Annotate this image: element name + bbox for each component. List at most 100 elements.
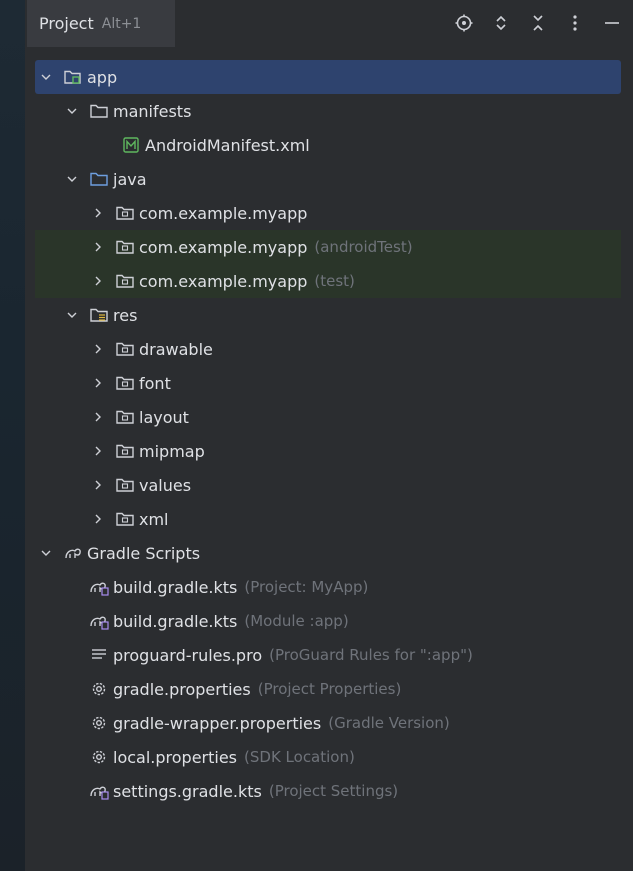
package-icon: [115, 271, 135, 291]
tree-item-mipmap[interactable]: mipmap: [35, 434, 621, 468]
tree-item-label: build.gradle.kts: [113, 611, 238, 631]
gradle-kts-file-icon: [89, 611, 109, 631]
tree-item-label: local.properties: [113, 747, 238, 767]
chevron-down-icon[interactable]: [39, 70, 53, 84]
tree-item-package-test[interactable]: com.example.myapp (test): [35, 264, 621, 298]
tree-item-label: proguard-rules.pro: [113, 645, 263, 665]
locate-icon[interactable]: [451, 10, 477, 36]
package-icon: [115, 509, 135, 529]
tree-item-hint: (Project: MyApp): [244, 578, 369, 596]
resource-folder-icon: [89, 305, 109, 325]
tree-item-label: settings.gradle.kts: [113, 781, 262, 801]
tree-item-app[interactable]: app: [35, 60, 621, 94]
tab-shortcut: Alt+1: [101, 15, 142, 32]
tree-item-res[interactable]: res: [35, 298, 621, 332]
tree-item-label: gradle-wrapper.properties: [113, 713, 322, 733]
tree-item-label: com.example.myapp: [139, 237, 308, 257]
package-icon: [115, 373, 135, 393]
tree-item-label: com.example.myapp: [139, 203, 308, 223]
tree-item-label: com.example.myapp: [139, 271, 308, 291]
tree-item-gradle-wrapper-properties[interactable]: gradle-wrapper.properties (Gradle Versio…: [35, 706, 621, 740]
tree-item-hint: (ProGuard Rules for ":app"): [269, 646, 473, 664]
tree-item-label: Gradle Scripts: [87, 543, 201, 563]
module-folder-icon: [63, 67, 83, 87]
tree-item-label: res: [113, 305, 138, 325]
tree-item-android-manifest[interactable]: AndroidManifest.xml: [35, 128, 621, 162]
package-icon: [115, 339, 135, 359]
gear-icon: [89, 747, 109, 767]
tree-item-build-gradle-project[interactable]: build.gradle.kts (Project: MyApp): [35, 570, 621, 604]
chevron-down-icon[interactable]: [65, 172, 79, 186]
tree-item-label: xml: [139, 509, 169, 529]
minimize-icon[interactable]: [599, 10, 625, 36]
tab-label: Project: [39, 14, 94, 33]
tree-item-label: layout: [139, 407, 189, 427]
tree-item-java[interactable]: java: [35, 162, 621, 196]
tree-item-drawable[interactable]: drawable: [35, 332, 621, 366]
chevron-down-icon[interactable]: [65, 308, 79, 322]
tree-item-label: mipmap: [139, 441, 205, 461]
tree-item-hint: (Project Properties): [257, 680, 402, 698]
tree-item-xml[interactable]: xml: [35, 502, 621, 536]
chevron-down-icon[interactable]: [65, 104, 79, 118]
tree-item-layout[interactable]: layout: [35, 400, 621, 434]
tree-item-label: java: [113, 169, 147, 189]
chevron-right-icon[interactable]: [91, 512, 105, 526]
chevron-right-icon[interactable]: [91, 410, 105, 424]
tool-window-header: Project Alt+1: [25, 0, 633, 47]
tree-item-label: build.gradle.kts: [113, 577, 238, 597]
header-toolbar: [440, 10, 625, 36]
tree-item-label: values: [139, 475, 192, 495]
tree-item-font[interactable]: font: [35, 366, 621, 400]
chevron-right-icon[interactable]: [91, 206, 105, 220]
tree-item-label: app: [87, 67, 118, 87]
tree-item-hint: (Gradle Version): [328, 714, 450, 732]
project-tool-window: Project Alt+1 app manifests AndroidManif…: [25, 0, 633, 871]
tree-item-hint: (test): [314, 272, 355, 290]
tree-item-manifests[interactable]: manifests: [35, 94, 621, 128]
expand-icon[interactable]: [488, 10, 514, 36]
tree-item-package-main[interactable]: com.example.myapp: [35, 196, 621, 230]
tree-item-hint: (SDK Location): [244, 748, 355, 766]
tree-item-gradle-properties[interactable]: gradle.properties (Project Properties): [35, 672, 621, 706]
tree-item-label: drawable: [139, 339, 213, 359]
chevron-right-icon[interactable]: [91, 376, 105, 390]
text-file-icon: [89, 645, 109, 665]
chevron-down-icon[interactable]: [39, 546, 53, 560]
chevron-right-icon[interactable]: [91, 478, 105, 492]
package-icon: [115, 407, 135, 427]
project-tree: app manifests AndroidManifest.xml java c…: [35, 60, 621, 808]
package-icon: [115, 441, 135, 461]
tree-item-label: manifests: [113, 101, 192, 121]
tree-item-label: AndroidManifest.xml: [145, 135, 310, 155]
folder-icon: [89, 101, 109, 121]
more-icon[interactable]: [562, 10, 588, 36]
chevron-right-icon[interactable]: [91, 444, 105, 458]
collapse-icon[interactable]: [525, 10, 551, 36]
tree-item-build-gradle-module[interactable]: build.gradle.kts (Module :app): [35, 604, 621, 638]
gradle-kts-file-icon: [89, 781, 109, 801]
source-folder-icon: [89, 169, 109, 189]
tree-item-gradle-scripts[interactable]: Gradle Scripts: [35, 536, 621, 570]
manifest-file-icon: [121, 135, 141, 155]
package-icon: [115, 203, 135, 223]
tab-project[interactable]: Project Alt+1: [27, 0, 175, 47]
tree-item-settings-gradle[interactable]: settings.gradle.kts (Project Settings): [35, 774, 621, 808]
gradle-icon: [63, 543, 83, 563]
tree-item-hint: (androidTest): [314, 238, 413, 256]
tree-item-label: font: [139, 373, 171, 393]
chevron-right-icon[interactable]: [91, 240, 105, 254]
tree-item-local-properties[interactable]: local.properties (SDK Location): [35, 740, 621, 774]
gradle-kts-file-icon: [89, 577, 109, 597]
chevron-right-icon[interactable]: [91, 342, 105, 356]
tree-item-proguard[interactable]: proguard-rules.pro (ProGuard Rules for "…: [35, 638, 621, 672]
tree-item-package-android-test[interactable]: com.example.myapp (androidTest): [35, 230, 621, 264]
gear-icon: [89, 679, 109, 699]
tree-item-label: gradle.properties: [113, 679, 251, 699]
package-icon: [115, 237, 135, 257]
editor-edge: [0, 0, 25, 871]
tree-item-values[interactable]: values: [35, 468, 621, 502]
tree-item-hint: (Project Settings): [268, 782, 399, 800]
chevron-right-icon[interactable]: [91, 274, 105, 288]
gear-icon: [89, 713, 109, 733]
